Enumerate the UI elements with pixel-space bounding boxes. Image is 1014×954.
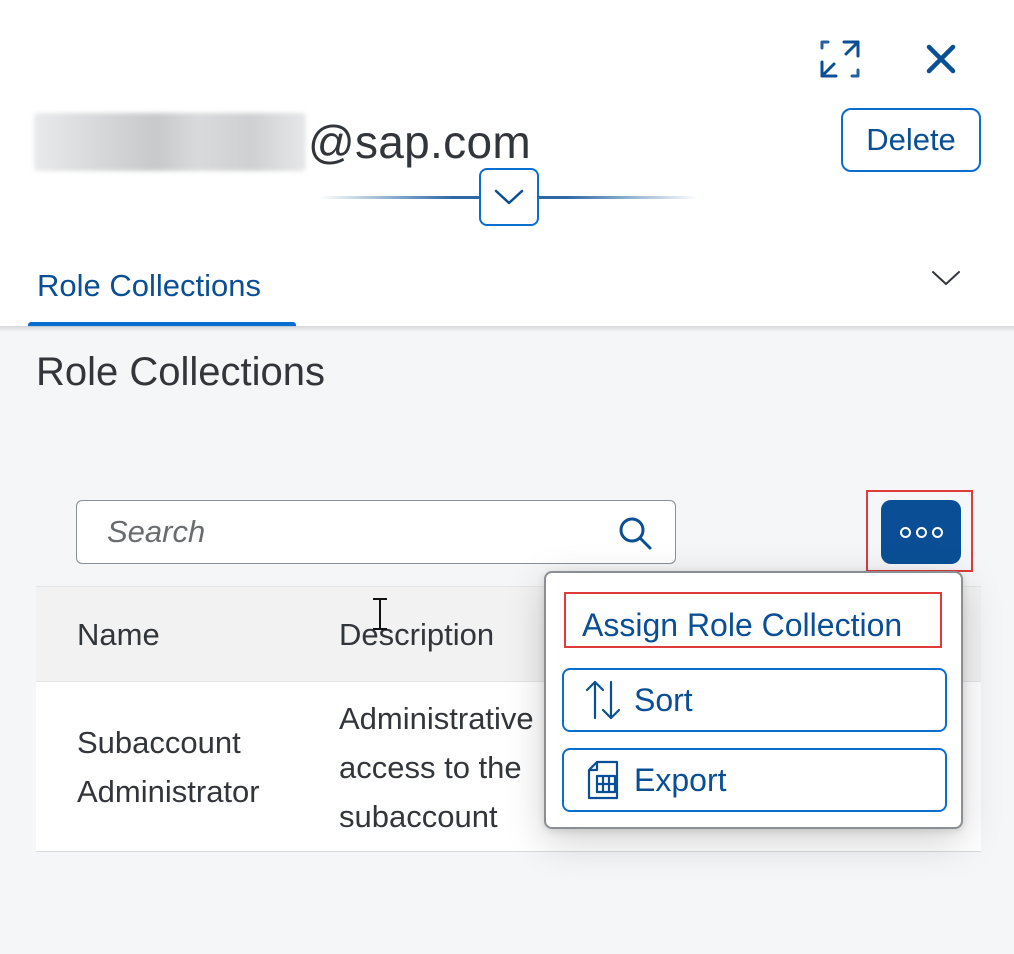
cell-name: Subaccount Administrator — [77, 725, 260, 809]
user-title: @sap.com — [34, 112, 531, 172]
overflow-dot-icon — [899, 526, 911, 538]
section-title: Role Collections — [36, 350, 326, 394]
expand-icon — [820, 40, 860, 78]
close-icon — [926, 44, 956, 74]
dialog-header: @sap.com Delete Role Collections — [0, 0, 1014, 327]
menu-item-export[interactable]: Export — [562, 748, 947, 812]
search-icon[interactable] — [617, 515, 653, 551]
collapse-header-button[interactable] — [479, 168, 539, 226]
email-domain: @sap.com — [308, 116, 531, 168]
close-button[interactable] — [916, 36, 966, 82]
cell-description: Administrative access to the subaccount — [339, 701, 534, 834]
assign-item-highlight — [564, 592, 942, 648]
chevron-down-icon — [494, 189, 524, 205]
tab-label: Role Collections — [37, 268, 261, 303]
more-actions-button[interactable] — [881, 500, 961, 564]
header-shadow — [0, 326, 1014, 332]
text-cursor-icon — [373, 598, 387, 630]
tab-role-collections[interactable]: Role Collections — [28, 246, 296, 326]
delete-button[interactable]: Delete — [841, 108, 981, 172]
menu-item-label: Sort — [634, 681, 693, 718]
overflow-dot-icon — [931, 526, 943, 538]
search-input[interactable] — [107, 514, 587, 550]
menu-item-label: Export — [634, 761, 727, 798]
export-table-icon — [580, 757, 626, 803]
tab-overflow-button[interactable] — [920, 254, 972, 302]
column-header-name[interactable]: Name — [77, 587, 160, 683]
expand-button[interactable] — [814, 36, 866, 82]
menu-item-sort[interactable]: Sort — [562, 668, 947, 732]
column-header-description[interactable]: Description — [339, 587, 494, 683]
sort-icon — [580, 677, 626, 723]
chevron-down-icon — [932, 271, 960, 285]
redacted-username — [34, 113, 306, 171]
search-field[interactable] — [76, 500, 676, 564]
overflow-dot-icon — [915, 526, 927, 538]
